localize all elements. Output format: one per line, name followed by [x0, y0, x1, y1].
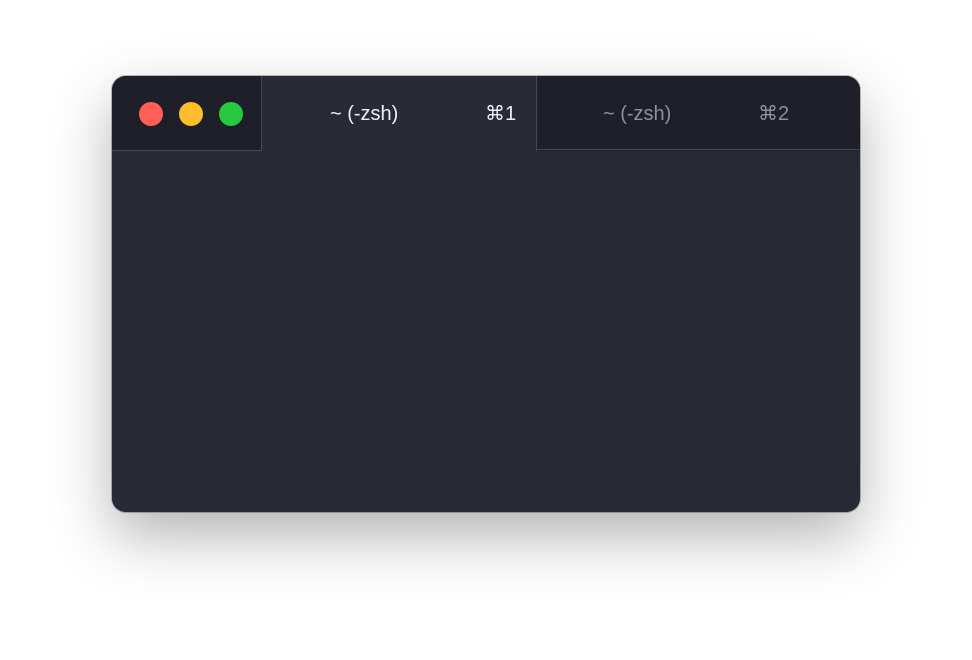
title-bar: ~ (-zsh) ⌘1 ~ (-zsh) ⌘2: [112, 76, 860, 151]
terminal-content[interactable]: [112, 151, 860, 512]
tab-2[interactable]: ~ (-zsh) ⌘2: [537, 76, 860, 150]
zoom-button[interactable]: [219, 102, 243, 126]
tab-1[interactable]: ~ (-zsh) ⌘1: [262, 76, 537, 151]
tab-title: ~ (-zsh): [603, 103, 672, 125]
tab-shortcut: ⌘1: [485, 103, 517, 125]
tab-title: ~ (-zsh): [330, 103, 399, 125]
tab-shortcut: ⌘2: [758, 103, 790, 125]
close-button[interactable]: [139, 102, 163, 126]
minimize-button[interactable]: [179, 102, 203, 126]
window-controls: [112, 76, 262, 151]
terminal-window: ~ (-zsh) ⌘1 ~ (-zsh) ⌘2: [112, 76, 860, 512]
